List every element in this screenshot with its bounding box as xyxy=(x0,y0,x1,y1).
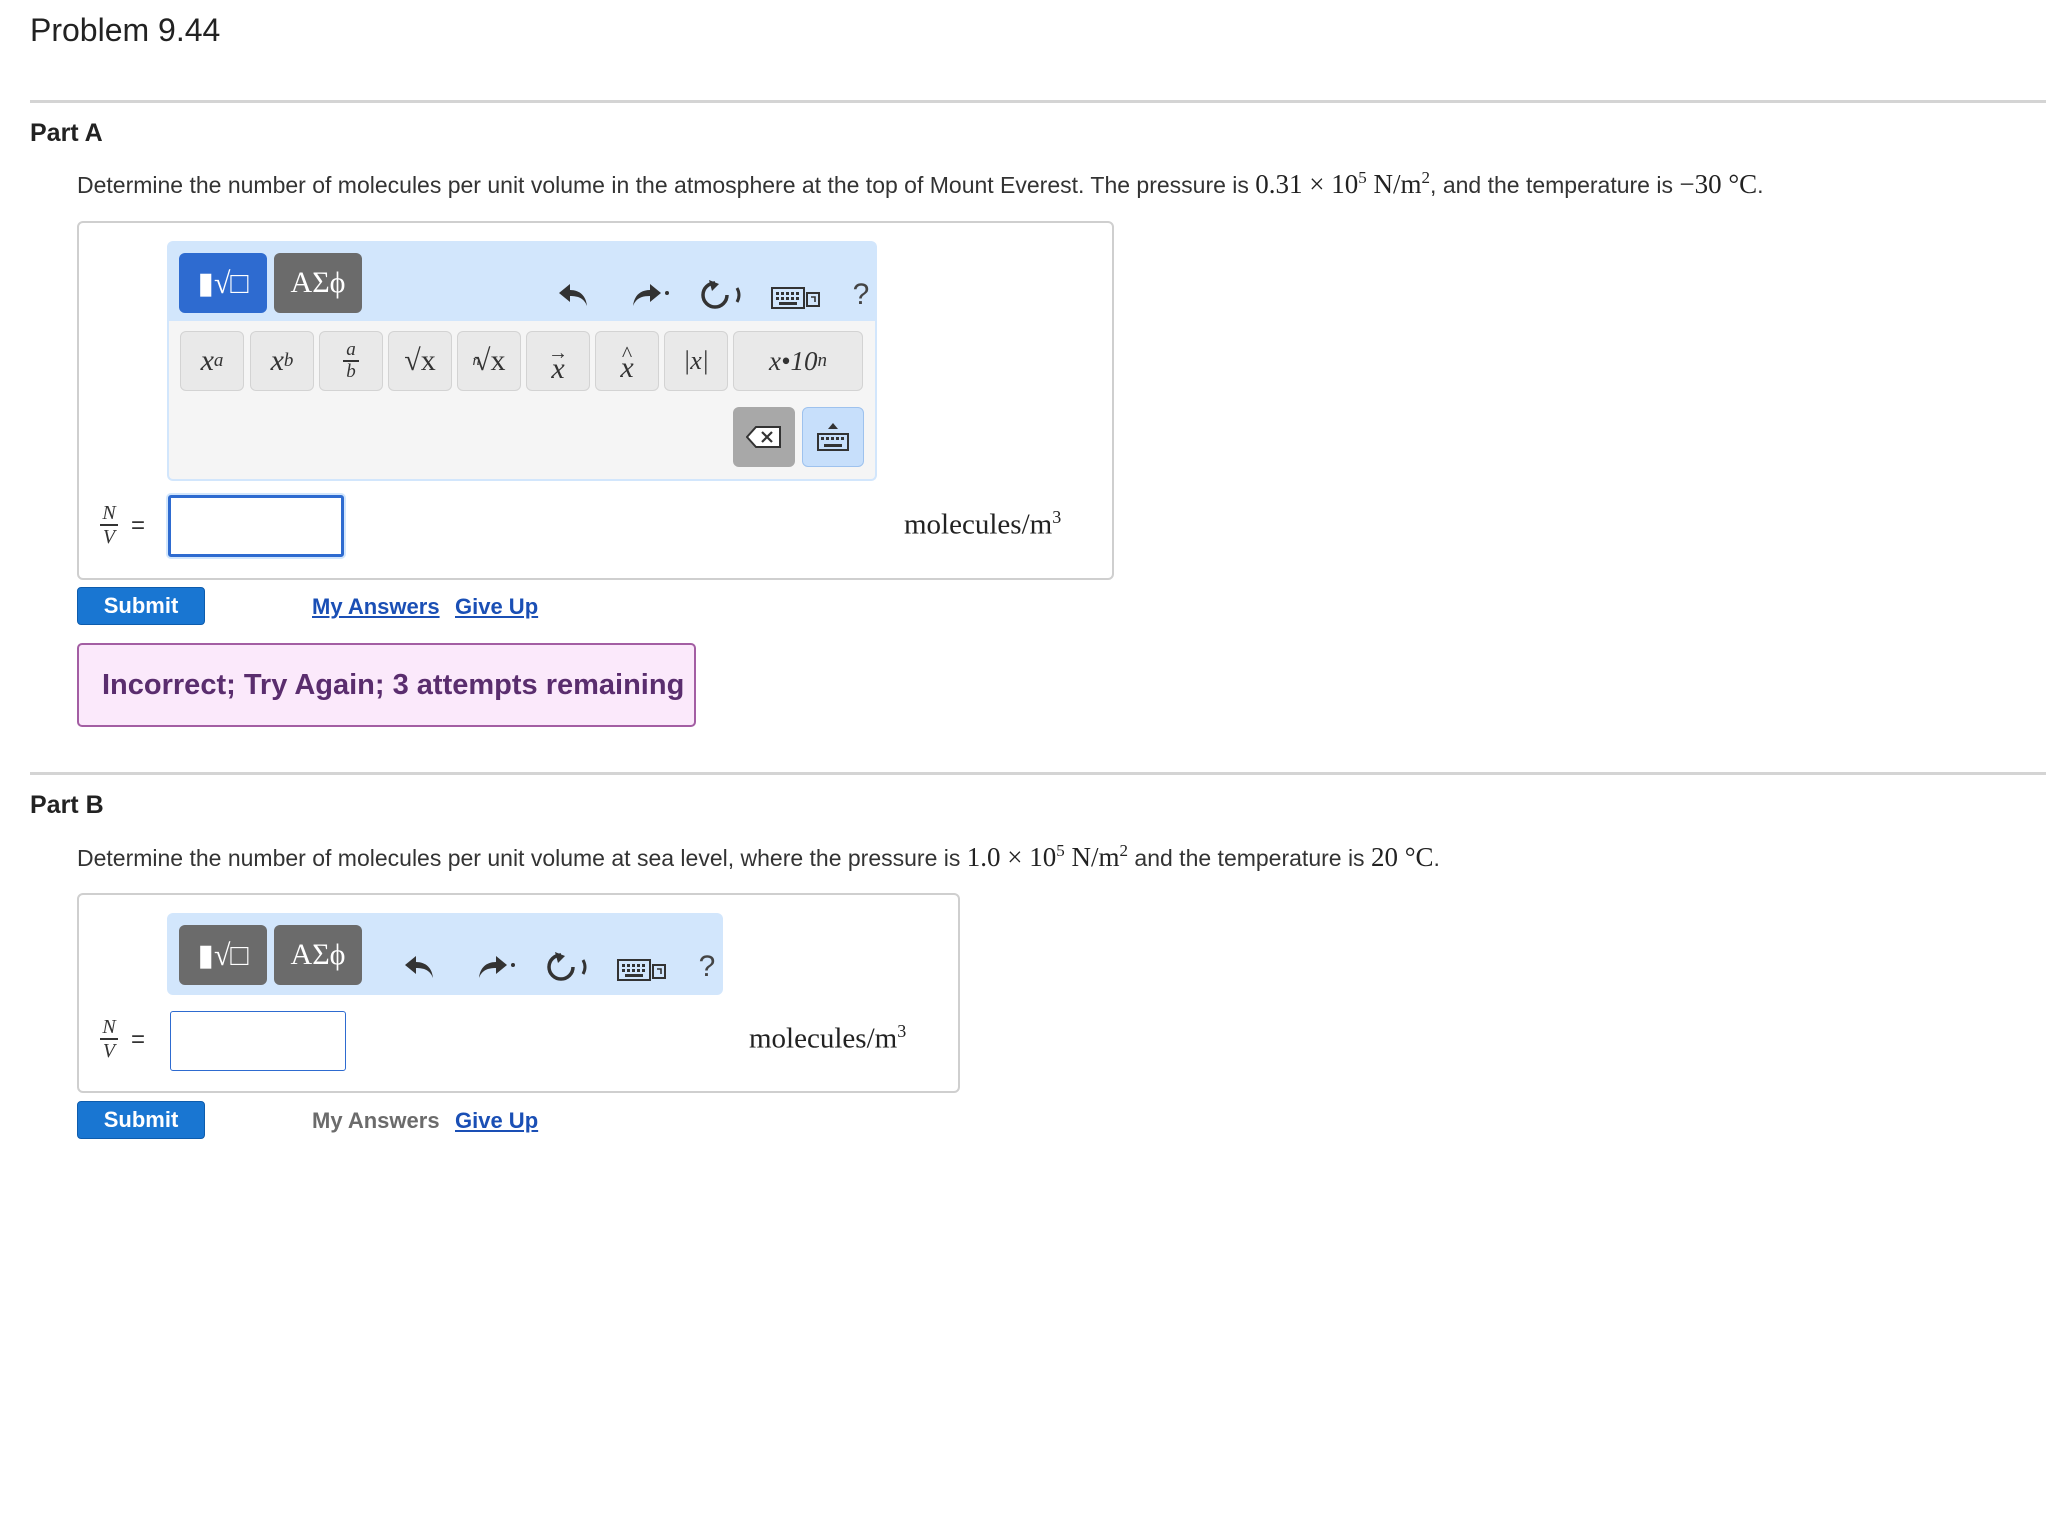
equals-sign: = xyxy=(131,1026,146,1053)
undo-icon[interactable] xyxy=(397,945,441,989)
greek-icon: ΑΣϕ xyxy=(290,266,346,299)
n-over-v-label: NV xyxy=(100,1017,118,1061)
temperature-value: 20 °C xyxy=(1370,842,1434,872)
equals-sign: = xyxy=(131,512,146,539)
scientific-notation-button[interactable]: x•10 n xyxy=(733,331,863,391)
part-a-feedback-message: Incorrect; Try Again; 3 attempts remaini… xyxy=(77,643,696,727)
part-b-my-answers-link: My Answers xyxy=(312,1108,440,1133)
templates-button[interactable]: ▮√□ xyxy=(179,925,267,985)
part-b-question: Determine the number of molecules per un… xyxy=(77,841,1440,872)
divider xyxy=(30,772,2046,775)
part-b-submit-button[interactable]: Submit xyxy=(77,1101,205,1139)
part-a-give-up-link[interactable]: Give Up xyxy=(455,594,538,620)
vector-button[interactable]: → x xyxy=(526,331,590,391)
nth-root-button[interactable]: n √x xyxy=(457,331,521,391)
n-over-v-label: NV xyxy=(100,503,118,547)
templates-icon: ▮√□ xyxy=(197,266,249,300)
greek-symbols-button[interactable]: ΑΣϕ xyxy=(274,925,362,985)
question-text-mid: , and the temperature is xyxy=(1430,172,1680,198)
keyboard-icon xyxy=(817,423,849,451)
greek-symbols-button[interactable]: ΑΣϕ xyxy=(274,253,362,313)
undo-icon[interactable] xyxy=(551,273,595,317)
temperature-value: −30 °C xyxy=(1679,169,1758,199)
absolute-value-button[interactable]: |x| xyxy=(664,331,728,391)
fraction-button[interactable]: ab xyxy=(319,331,383,391)
keyboard-shortcuts-icon[interactable] xyxy=(616,952,668,988)
part-b-title: Part B xyxy=(30,791,104,819)
part-a-title: Part A xyxy=(30,119,103,147)
part-a-question: Determine the number of molecules per un… xyxy=(77,168,1764,199)
pressure-value: 0.31 × 105 N/m2 xyxy=(1255,168,1431,199)
superscript-button[interactable]: xa xyxy=(180,331,244,391)
keyboard-shortcuts-icon[interactable] xyxy=(770,280,822,316)
redo-icon[interactable] xyxy=(625,273,675,317)
templates-icon: ▮√□ xyxy=(197,938,249,972)
question-text: Determine the number of molecules per un… xyxy=(77,845,967,871)
backspace-icon xyxy=(746,426,781,448)
problem-title: Problem 9.44 xyxy=(30,12,221,48)
part-b-give-up-link[interactable]: Give Up xyxy=(455,1108,538,1134)
reset-icon[interactable] xyxy=(697,273,747,317)
redo-icon[interactable] xyxy=(471,945,521,989)
part-a-submit-button[interactable]: Submit xyxy=(77,587,205,625)
part-b-answer-input[interactable] xyxy=(170,1011,346,1071)
part-a-answer-input[interactable] xyxy=(168,495,344,557)
question-text-mid: and the temperature is xyxy=(1128,845,1371,871)
unit-vector-button[interactable]: ^ x xyxy=(595,331,659,391)
backspace-button[interactable] xyxy=(733,407,795,467)
help-icon[interactable]: ? xyxy=(847,273,875,317)
square-root-button[interactable]: √x xyxy=(388,331,452,391)
templates-button[interactable]: ▮√□ xyxy=(179,253,267,313)
greek-icon: ΑΣϕ xyxy=(290,938,346,971)
question-text: Determine the number of molecules per un… xyxy=(77,172,1256,198)
divider xyxy=(30,100,2046,103)
part-a-my-answers-link[interactable]: My Answers xyxy=(312,594,440,620)
reset-icon[interactable] xyxy=(543,945,593,989)
pressure-value: 1.0 × 105 N/m2 xyxy=(966,841,1129,872)
subscript-button[interactable]: xb xyxy=(250,331,314,391)
part-b-unit: molecules/m3 xyxy=(749,1021,907,1055)
help-icon[interactable]: ? xyxy=(693,945,721,989)
part-a-unit: molecules/m3 xyxy=(904,507,1062,541)
toggle-keyboard-button[interactable] xyxy=(802,407,864,467)
